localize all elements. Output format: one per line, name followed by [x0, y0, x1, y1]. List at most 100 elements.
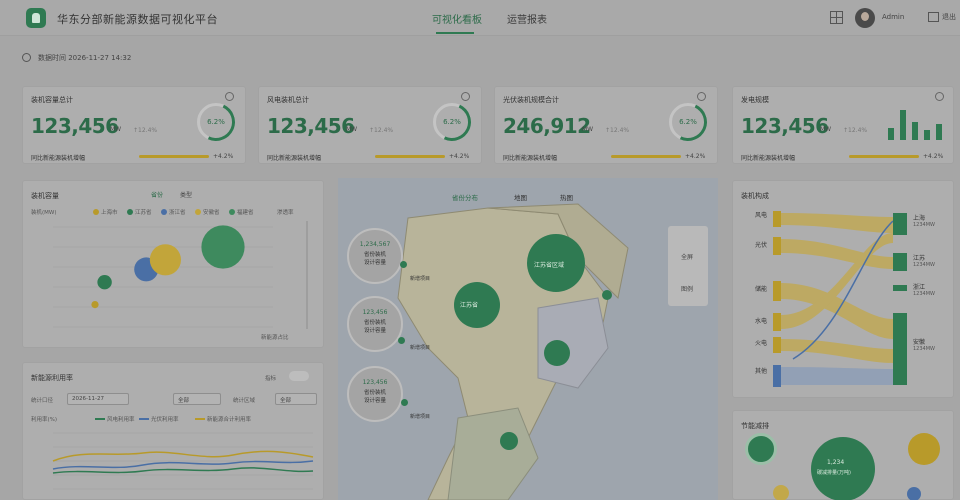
emission-bubble[interactable] — [908, 433, 940, 465]
legend-swatch — [93, 209, 99, 215]
user-avatar[interactable] — [855, 8, 875, 28]
sankey-target-label: 安徽 — [913, 339, 926, 346]
nav-dashboard[interactable]: 可视化看板 — [432, 11, 482, 26]
bubble-point[interactable] — [149, 244, 181, 276]
map-tab-province[interactable]: 省份分布 — [452, 192, 478, 202]
emission-bubble[interactable] — [907, 487, 921, 500]
map-pin[interactable] — [401, 399, 408, 406]
emission-bubble[interactable] — [745, 433, 777, 465]
series-line — [52, 467, 314, 474]
sankey-source-label: 储能 — [755, 286, 768, 293]
kpi-card-total[interactable]: 装机容量总计 123,456 MW ↑12.4% 6.2% 同比新能源装机增幅 … — [22, 86, 246, 164]
bubble-chart — [53, 221, 308, 329]
map-bubble[interactable] — [544, 340, 570, 366]
map-gauge: 123,456 省份装机 设计容量 — [347, 366, 403, 422]
kpi-change: ↑12.4% — [133, 127, 158, 134]
toggle-province[interactable]: 省份 — [151, 190, 163, 199]
kpi-foot-label: 同比新能源装机增幅 — [503, 155, 558, 162]
mini-bar — [900, 110, 906, 140]
sankey-source-label: 风电 — [755, 212, 768, 219]
fullscreen-button[interactable]: 全屏 — [681, 252, 693, 261]
legend-label[interactable]: 江苏省 — [135, 208, 152, 216]
kpi-progress-bar — [375, 155, 445, 158]
sankey-source-label: 水电 — [755, 318, 768, 325]
gauge-label: 省份装机 设计容量 — [363, 252, 386, 266]
date-select[interactable]: 2026-11-27 — [67, 393, 129, 405]
sankey-node[interactable] — [893, 253, 907, 271]
kpi-ring-value: 6.2% — [443, 118, 461, 126]
user-name[interactable]: Admin — [882, 13, 904, 21]
map-pin-label: 新增项目 — [410, 414, 431, 420]
map-controls: 全屏 图例 — [668, 226, 708, 306]
info-icon[interactable] — [225, 92, 234, 101]
logout-label[interactable]: 退出 — [942, 12, 956, 22]
emission-bubble[interactable] — [773, 485, 789, 500]
kpi-value: 123,456 — [741, 114, 829, 138]
info-icon[interactable] — [935, 92, 944, 101]
map-pin-label: 新增项目 — [410, 345, 431, 351]
sankey-target-label: 上海 — [913, 215, 926, 222]
kpi-foot-label: 同比新能源装机增幅 — [31, 155, 86, 162]
sankey-node[interactable] — [893, 213, 907, 235]
logout-icon[interactable] — [928, 12, 939, 22]
map-bubble-label: 江苏省区域 — [534, 262, 565, 269]
legend-label[interactable]: 福建省 — [237, 208, 254, 216]
sankey-node[interactable] — [893, 285, 907, 291]
map-bubble[interactable] — [500, 432, 518, 450]
region-select[interactable]: 全部 — [275, 393, 317, 405]
bubble-point[interactable] — [97, 275, 112, 290]
clock-icon — [22, 53, 31, 62]
toggle-type[interactable]: 类型 — [180, 190, 192, 199]
bubble-point[interactable] — [201, 225, 245, 269]
kpi-ring: 6.2% — [663, 97, 713, 147]
sankey-source-label: 光伏 — [755, 242, 768, 249]
sankey-node[interactable] — [773, 237, 781, 255]
sankey-source-label: 其他 — [755, 368, 768, 375]
mini-bar — [924, 130, 930, 140]
series-line — [52, 450, 314, 462]
legend-label[interactable]: 风电利用率 — [107, 415, 135, 423]
mini-bar — [888, 128, 894, 140]
sankey-target-label: 浙江 — [913, 284, 926, 291]
legend-label[interactable]: 新能源合计利用率 — [207, 415, 251, 423]
kpi-progress-bar — [139, 155, 209, 158]
kpi-ring-value: 6.2% — [679, 118, 697, 126]
map-tab-map[interactable]: 地图 — [514, 192, 527, 202]
sankey-node[interactable] — [773, 211, 781, 227]
sankey-node[interactable] — [893, 313, 907, 385]
nav-reports[interactable]: 运营报表 — [507, 11, 547, 26]
map-pin[interactable] — [400, 261, 407, 268]
kpi-title: 装机容量总计 — [31, 96, 73, 104]
emission-value: 1,234 — [827, 459, 845, 466]
legend-label[interactable]: 上海市 — [101, 208, 118, 216]
legend-label[interactable]: 光伏利用率 — [151, 415, 179, 423]
sankey-node[interactable] — [773, 313, 781, 331]
gauge-value: 123,456 — [362, 379, 388, 386]
map-tab-heat[interactable]: 热图 — [560, 192, 573, 202]
kpi-foot-label: 同比新能源装机增幅 — [267, 155, 322, 162]
bubble-point[interactable] — [91, 301, 99, 309]
kpi-card-solar[interactable]: 光伏装机规模合计 246,912 MW ↑12.4% 6.2% 同比新能源装机增… — [494, 86, 718, 164]
legend-label[interactable]: 安徽省 — [203, 208, 220, 216]
category-select[interactable]: 全部 — [173, 393, 221, 405]
sankey-node[interactable] — [773, 281, 781, 301]
filter-label: 统计口径 — [31, 398, 54, 404]
apps-grid-icon[interactable] — [830, 11, 843, 24]
map-bubble[interactable] — [602, 290, 612, 300]
sankey-node[interactable] — [773, 365, 781, 387]
kpi-card-wind[interactable]: 风电装机总计 123,456 MW ↑12.4% 6.2% 同比新能源装机增幅 … — [258, 86, 482, 164]
kpi-progress-bar — [849, 155, 919, 158]
map-pin[interactable] — [398, 337, 405, 344]
sankey-node[interactable] — [773, 337, 781, 353]
panel-right-label: 指标 — [265, 376, 277, 382]
sankey-chart — [773, 211, 907, 387]
map-gauge: 1,234,567 省份装机 设计容量 — [347, 228, 403, 284]
legend-swatch — [229, 209, 235, 215]
legend-button[interactable]: 图例 — [681, 284, 693, 293]
data-timestamp: 数据时间 2026-11-27 14:32 — [38, 54, 132, 62]
mini-bar — [912, 122, 918, 140]
info-icon[interactable] — [697, 92, 706, 101]
legend-label[interactable]: 浙江省 — [169, 208, 186, 216]
toggle-switch[interactable] — [289, 371, 309, 381]
info-icon[interactable] — [461, 92, 470, 101]
